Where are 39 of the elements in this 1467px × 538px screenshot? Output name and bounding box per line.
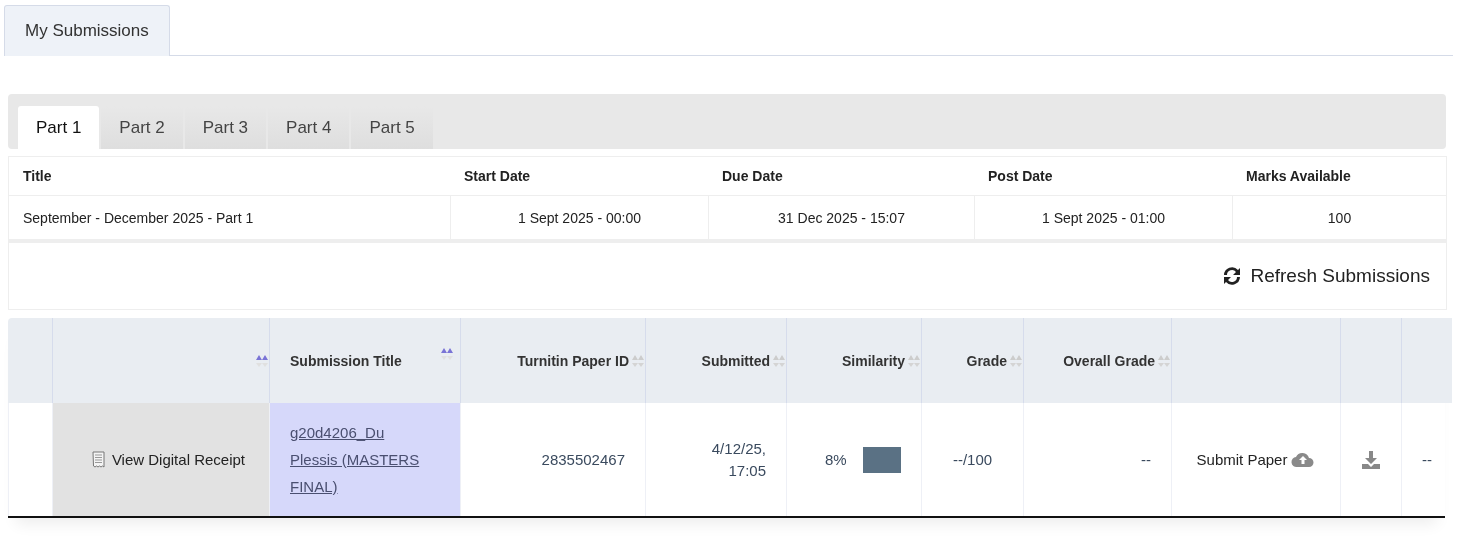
similarity-swatch[interactable]: [862, 446, 901, 473]
column-title[interactable]: Similarity: [841, 352, 905, 369]
column-title[interactable]: Submission Title: [290, 352, 402, 369]
similarity-score[interactable]: 8%: [825, 451, 847, 468]
sort-icon[interactable]: [772, 353, 786, 369]
table-cell: 1 Sept 2025 - 01:00: [974, 196, 1232, 242]
part-tab[interactable]: Part 1: [18, 106, 100, 149]
column-title[interactable]: Submitted: [701, 352, 770, 369]
cloud-upload-icon: [1291, 451, 1316, 468]
download-icon[interactable]: [1361, 449, 1381, 470]
table-cell: 1 Sept 2025 - 00:00: [450, 196, 708, 242]
column-header: Post Date: [974, 157, 1232, 196]
column-header: Title: [9, 157, 450, 196]
submission-title-link[interactable]: g20d4206_Du Plessis (MASTERS FINAL): [290, 419, 432, 500]
refresh-button[interactable]: Refresh Submissions: [1220, 265, 1430, 287]
table-cell: 31 Dec 2025 - 15:07: [708, 196, 974, 242]
table-cell: September - December 2025 - Part 1: [9, 196, 450, 242]
submit-paper-button[interactable]: Submit Paper: [1196, 451, 1316, 468]
grade: --/100: [952, 451, 993, 468]
submitted-date: 4/12/25, 17:05: [710, 438, 766, 481]
overall-grade: --: [1141, 451, 1151, 468]
column-title[interactable]: Grade: [966, 352, 1007, 369]
column-header: Due Date: [708, 157, 974, 196]
table-cell: 100: [1232, 196, 1446, 242]
column-header: Marks Available: [1232, 157, 1446, 196]
paper-id: 2835502467: [541, 451, 625, 468]
sort-icon[interactable]: [907, 353, 921, 369]
page-tab[interactable]: My Submissions: [4, 5, 170, 56]
sort-icon[interactable]: [255, 353, 269, 369]
column-title[interactable]: Turnitin Paper ID: [517, 352, 629, 369]
column-title[interactable]: Overall Grade: [1063, 352, 1155, 369]
receipt-link[interactable]: View Digital Receipt: [91, 451, 245, 468]
placeholder-dash: --: [1422, 451, 1432, 468]
sort-icon[interactable]: [1009, 353, 1023, 369]
sort-icon[interactable]: [440, 346, 454, 362]
sort-icon[interactable]: [631, 353, 645, 369]
document-icon: [91, 451, 105, 468]
column-header: Start Date: [450, 157, 708, 196]
sort-icon[interactable]: [1157, 353, 1171, 369]
